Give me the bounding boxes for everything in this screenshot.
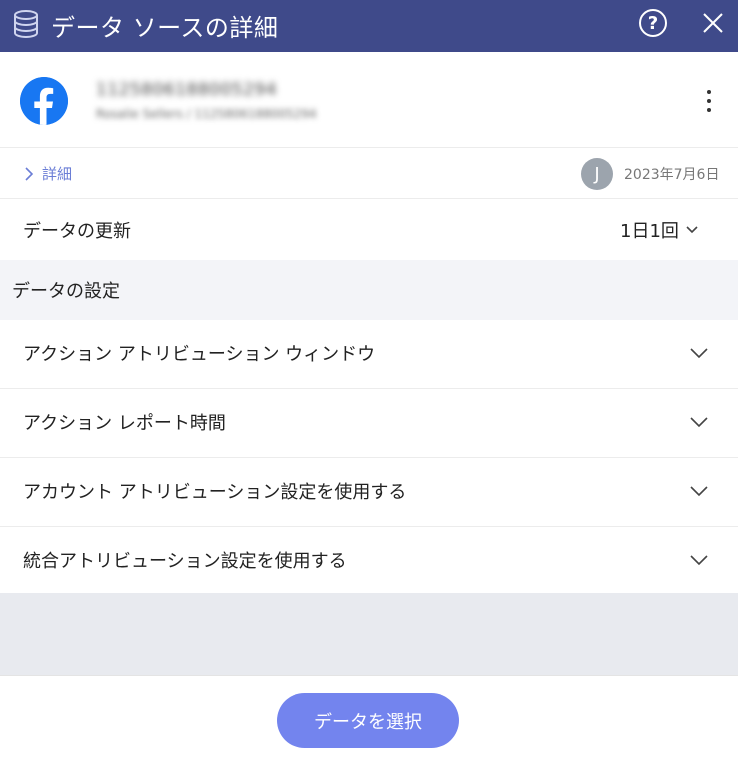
setting-label: アクション アトリビューション ウィンドウ: [23, 344, 376, 365]
avatar: J: [581, 158, 613, 190]
data-settings-header: データの設定: [0, 260, 738, 320]
chevron-down-icon: [690, 348, 708, 359]
setting-action-report-time[interactable]: アクション レポート時間: [0, 389, 738, 458]
empty-area: [0, 593, 738, 675]
setting-use-account-attribution[interactable]: アカウント アトリビューション設定を使用する: [0, 458, 738, 527]
data-refresh-label: データの更新: [23, 221, 131, 242]
title-bar: データ ソースの詳細 ?: [0, 0, 738, 52]
chevron-down-icon: [690, 555, 708, 566]
chevron-down-icon: [690, 417, 708, 428]
chevron-right-icon: [25, 166, 34, 181]
setting-label: アクション レポート時間: [23, 413, 226, 434]
chevron-down-icon: [686, 226, 698, 234]
database-icon: [14, 10, 38, 39]
more-vertical-icon[interactable]: [698, 86, 720, 116]
settings-list: アクション アトリビューション ウィンドウ アクション レポート時間 アカウント…: [0, 320, 738, 596]
details-row: 詳細 J 2023年7月6日: [0, 149, 738, 199]
created-date: 2023年7月6日: [624, 167, 720, 183]
account-subtitle: Rosalie Sellers / 1125806188005294: [96, 107, 317, 121]
help-button[interactable]: ?: [639, 9, 667, 37]
setting-action-attribution-window[interactable]: アクション アトリビューション ウィンドウ: [0, 320, 738, 389]
setting-use-unified-attribution[interactable]: 統合アトリビューション設定を使用する: [0, 527, 738, 596]
setting-label: 統合アトリビューション設定を使用する: [23, 551, 347, 572]
details-toggle[interactable]: 詳細: [24, 163, 72, 184]
dialog-footer: データを選択: [0, 675, 738, 758]
refresh-frequency-value: 1日1回: [620, 221, 679, 242]
close-icon[interactable]: [699, 9, 727, 37]
chevron-down-icon: [690, 486, 708, 497]
facebook-icon: [20, 77, 68, 125]
select-data-button[interactable]: データを選択: [277, 693, 459, 748]
account-name: 1125806188005294: [96, 80, 278, 100]
section-title: データの設定: [12, 281, 120, 302]
help-icon: ?: [647, 12, 659, 34]
details-label: 詳細: [42, 165, 73, 183]
refresh-frequency-select[interactable]: 1日1回: [620, 217, 699, 243]
setting-label: アカウント アトリビューション設定を使用する: [23, 482, 407, 503]
account-header: 1125806188005294 Rosalie Sellers / 11258…: [0, 52, 738, 148]
data-refresh-row: データの更新 1日1回: [0, 200, 738, 260]
dialog-title: データ ソースの詳細: [51, 14, 279, 42]
